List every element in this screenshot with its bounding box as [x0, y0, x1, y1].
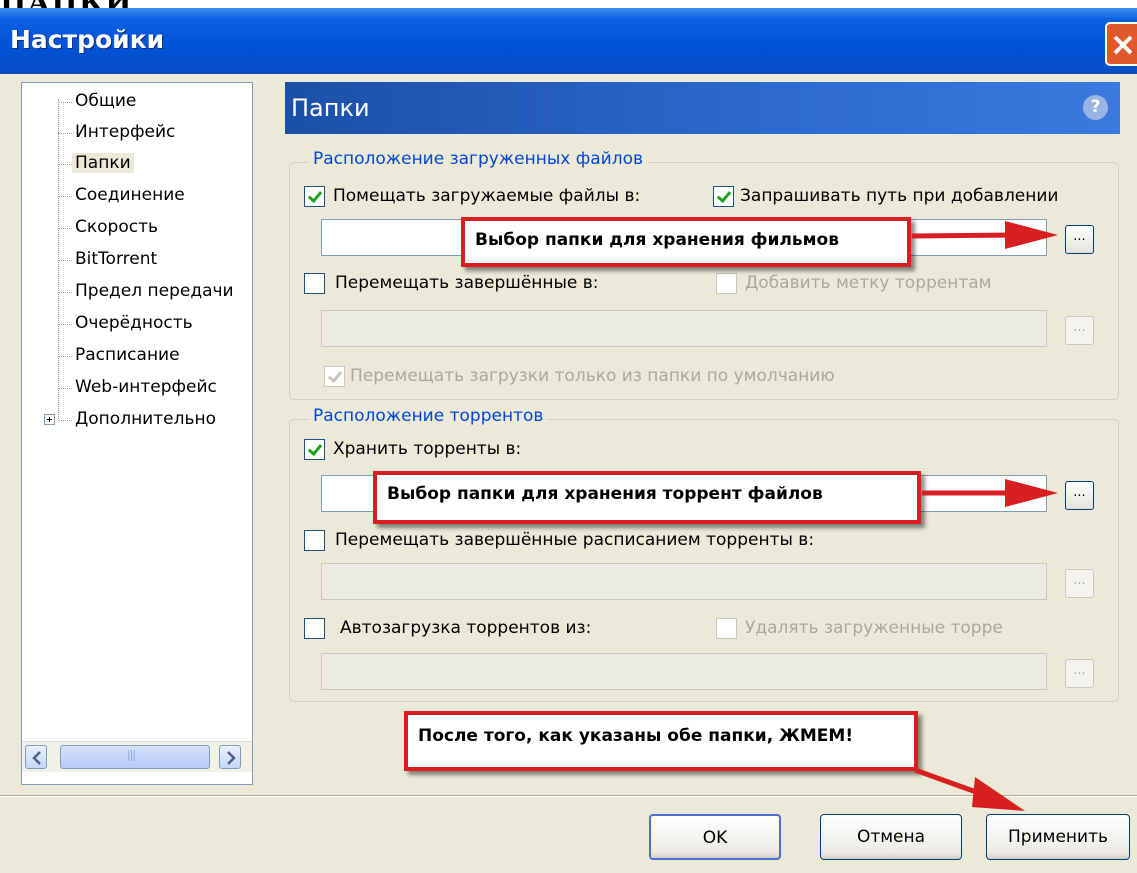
- arrow-to-downloads-browse: [911, 221, 1058, 249]
- arrow-to-apply-button: [914, 767, 1025, 811]
- arrow-to-torrents-browse: [922, 479, 1058, 507]
- annotation-arrows: [911, 221, 1058, 811]
